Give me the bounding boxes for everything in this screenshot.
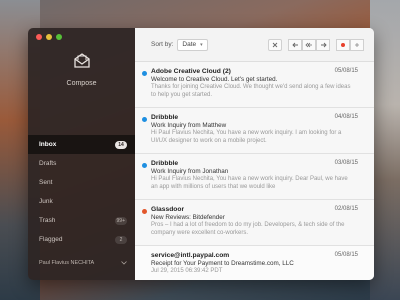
message-sender: service@intl.paypal.com <box>151 252 230 259</box>
inbox-count-badge: 14 <box>115 140 127 149</box>
sort-value: Date <box>182 41 197 48</box>
message-date: 04/08/15 <box>334 114 358 120</box>
sidebar-item-label: Trash <box>39 217 56 224</box>
wallpaper-right <box>370 0 400 300</box>
flag-icon <box>341 42 345 47</box>
unread-indicator <box>142 117 147 122</box>
message-subject: Receipt for Your Payment to Dreamstime.c… <box>151 260 294 267</box>
flag-dot <box>341 42 345 47</box>
message-subject: Work Inquiry from Jonathan <box>151 168 229 175</box>
message-sender: Dribbble <box>151 160 179 167</box>
window-controls <box>36 34 62 40</box>
compose-envelope-icon <box>73 53 90 68</box>
list-item[interactable]: Dribbble 03/08/15 Work Inquiry from Jona… <box>135 154 374 200</box>
reply-all-button[interactable] <box>302 38 316 51</box>
compose-label: Compose <box>66 80 97 87</box>
message-preview: Pros – I had a lot of freedom to do my j… <box>151 222 345 236</box>
trash-count-badge: 99+ <box>114 216 127 225</box>
message-list: Adobe Creative Cloud (2) 05/08/15 Welcom… <box>135 62 374 280</box>
sidebar-item-inbox[interactable]: Inbox 14 <box>28 135 135 154</box>
sidebar-item-trash[interactable]: Trash 99+ <box>28 211 135 230</box>
sidebar-item-label: Drafts <box>39 160 57 167</box>
chevron-down-icon: ▾ <box>200 41 203 48</box>
forward-icon <box>320 42 327 47</box>
sidebar-item-sent[interactable]: Sent <box>28 173 135 192</box>
delete-button[interactable] <box>268 38 282 51</box>
close-icon <box>272 42 278 47</box>
sidebar-item-label: Flagged <box>39 236 63 243</box>
plus-icon <box>355 42 359 47</box>
message-pane: Sort by: Date ▾ Adobe Creative Cloud (2)… <box>135 28 374 280</box>
message-preview: Thanks for joining Creative Cloud. We th… <box>151 84 351 98</box>
sidebar-item-junk[interactable]: Junk <box>28 192 135 211</box>
message-preview: Jul 29, 2015 06:39:42 PDT <box>151 268 223 274</box>
reply-group <box>288 38 330 51</box>
sidebar-item-flagged[interactable]: Flagged 2 <box>28 230 135 249</box>
compose-button[interactable]: Compose <box>28 52 135 90</box>
sidebar-item-label: Inbox <box>39 141 57 148</box>
reply-all-icon <box>305 42 312 47</box>
message-subject: New Reviews: Bitdefender <box>151 214 225 221</box>
message-date: 05/08/15 <box>334 68 358 74</box>
flag-button[interactable] <box>336 38 350 51</box>
reply-icon <box>291 42 298 47</box>
message-subject: Welcome to Creative Cloud. Let's get sta… <box>151 76 278 83</box>
flagged-count-badge: 2 <box>115 235 127 244</box>
sidebar-item-label: Sent <box>39 179 53 186</box>
forward-button[interactable] <box>316 38 330 51</box>
list-item[interactable]: service@intl.paypal.com 05/08/15 Receipt… <box>135 246 374 280</box>
sidebar-item-drafts[interactable]: Drafts <box>28 154 135 173</box>
message-sender: Dribbble <box>151 114 179 121</box>
minimize-window-button[interactable] <box>46 34 52 40</box>
list-item[interactable]: Glassdoor 02/08/15 New Reviews: Bitdefen… <box>135 200 374 246</box>
unread-indicator <box>142 209 147 214</box>
reply-button[interactable] <box>288 38 302 51</box>
close-window-button[interactable] <box>36 34 42 40</box>
account-switcher[interactable]: Paul Flavius NECHITA <box>39 260 127 266</box>
message-sender: Glassdoor <box>151 206 185 213</box>
account-name: Paul Flavius NECHITA <box>39 260 95 266</box>
message-date: 05/08/15 <box>334 252 358 258</box>
toolbar: Sort by: Date ▾ <box>135 28 374 62</box>
message-subject: Work Inquiry from Matthew <box>151 122 227 129</box>
unread-indicator <box>142 163 147 168</box>
sort-select[interactable]: Date ▾ <box>177 38 208 51</box>
list-item[interactable]: Adobe Creative Cloud (2) 05/08/15 Welcom… <box>135 62 374 108</box>
message-actions <box>268 38 364 51</box>
sidebar: Compose Inbox 14 Drafts Sent Junk Trash … <box>28 28 135 280</box>
message-sender: Adobe Creative Cloud (2) <box>151 68 231 75</box>
sort-label: Sort by: <box>151 41 174 48</box>
add-flag-button[interactable] <box>350 38 364 51</box>
list-item[interactable]: Dribbble 04/08/15 Work Inquiry from Matt… <box>135 108 374 154</box>
unread-indicator <box>142 71 147 76</box>
flag-group <box>336 38 364 51</box>
zoom-window-button[interactable] <box>56 34 62 40</box>
message-preview: Hi Paul Flavius Nechita, You have a new … <box>151 130 342 144</box>
mail-window: Compose Inbox 14 Drafts Sent Junk Trash … <box>28 28 374 280</box>
folder-list: Inbox 14 Drafts Sent Junk Trash 99+ Flag… <box>28 135 135 249</box>
chevron-down-icon <box>121 261 127 265</box>
sidebar-item-label: Junk <box>39 198 53 205</box>
message-preview: Hi Paul Flavius Nechita, You have a new … <box>151 176 348 190</box>
message-date: 03/08/15 <box>334 160 358 166</box>
message-date: 02/08/15 <box>334 206 358 212</box>
